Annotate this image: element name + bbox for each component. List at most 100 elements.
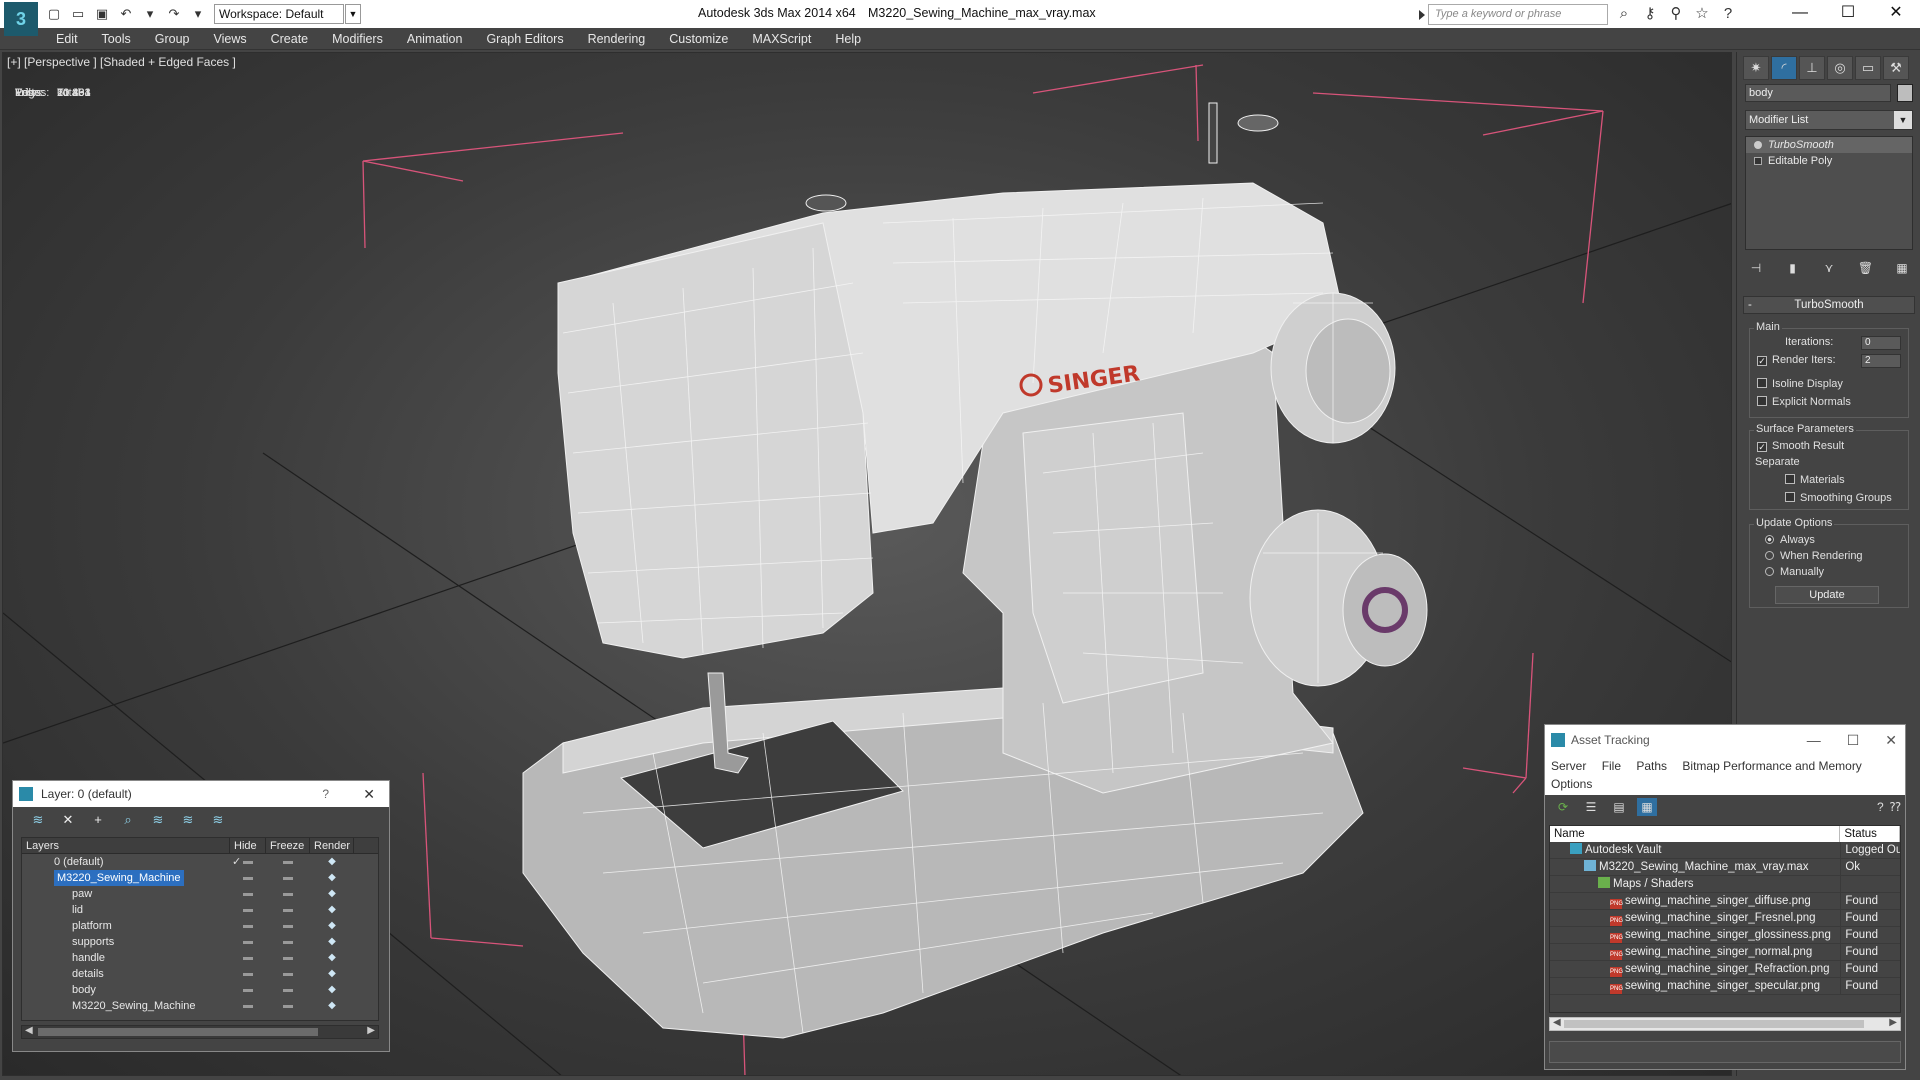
grid-view-icon[interactable]: ▦ <box>1637 798 1657 816</box>
smooth-result-row[interactable]: ✓ Smooth Result <box>1757 440 1844 452</box>
menu-edit[interactable]: Edit <box>48 28 86 50</box>
redo-dropdown-icon[interactable]: ▾ <box>188 4 208 24</box>
layer-row[interactable]: platform ▬ ▬ ◆ <box>22 918 378 934</box>
scroll-left-icon[interactable]: ◀ <box>1553 1017 1561 1028</box>
modifier-stack[interactable]: TurboSmooth Editable Poly <box>1745 136 1913 250</box>
smoothing-groups-checkbox[interactable] <box>1785 492 1795 502</box>
freeze-toggle[interactable]: ▬ <box>266 902 310 918</box>
delete-layer-icon[interactable]: ✕ <box>57 810 79 830</box>
layer-row[interactable]: M3220_Sewing_Machine ▬ ▬ ◆ <box>22 998 378 1014</box>
render-toggle[interactable]: ◆ <box>310 966 354 982</box>
hide-all-layers-icon[interactable]: ≋ <box>177 810 199 830</box>
asset-row[interactable]: PNG sewing_machine_singer_diffuse.png Foun… <box>1550 893 1900 910</box>
favorites-star-icon[interactable]: ☆ <box>1692 4 1712 24</box>
scroll-right-icon[interactable]: ▶ <box>367 1025 375 1036</box>
freeze-toggle[interactable]: ▬ <box>266 886 310 902</box>
menu-group[interactable]: Group <box>147 28 198 50</box>
render-toggle[interactable]: ◆ <box>310 870 354 886</box>
hide-toggle[interactable]: ▬ <box>230 998 266 1014</box>
materials-checkbox[interactable] <box>1785 474 1795 484</box>
render-toggle[interactable]: ◆ <box>310 902 354 918</box>
layer-row[interactable]: details ▬ ▬ ◆ <box>22 966 378 982</box>
render-iters-checkbox[interactable]: ✓ <box>1757 356 1767 366</box>
help-icon[interactable]: ? <box>1718 4 1738 24</box>
menu-bitmap-performance[interactable]: Bitmap Performance and Memory <box>1682 759 1861 773</box>
column-header-hide[interactable]: Hide <box>230 838 266 853</box>
freeze-toggle[interactable]: ▬ <box>266 870 310 886</box>
create-layer-icon[interactable]: ≋ <box>27 810 49 830</box>
new-file-icon[interactable]: ▢ <box>44 4 64 24</box>
hide-toggle[interactable]: ▬ <box>230 966 266 982</box>
menu-file[interactable]: File <box>1602 759 1621 773</box>
show-end-result-icon[interactable]: ▮ <box>1782 258 1804 278</box>
explicit-normals-checkbox[interactable] <box>1757 396 1767 406</box>
smooth-result-checkbox[interactable]: ✓ <box>1757 442 1767 452</box>
remove-modifier-icon[interactable]: 🗑 <box>1855 258 1877 278</box>
explicit-normals-row[interactable]: Explicit Normals <box>1757 396 1851 408</box>
render-toggle[interactable]: ◆ <box>310 982 354 998</box>
utilities-tab-icon[interactable]: ⚒ <box>1883 56 1909 80</box>
column-header-layers[interactable]: Layers <box>22 838 230 853</box>
scroll-right-icon[interactable]: ▶ <box>1889 1017 1897 1028</box>
column-header-name[interactable]: Name <box>1550 826 1841 842</box>
layer-row[interactable]: M3220_Sewing_Machine ▬ ▬ ◆ <box>22 870 378 886</box>
close-icon[interactable]: ✕ <box>363 781 375 807</box>
object-color-swatch[interactable] <box>1897 84 1913 102</box>
workspace-dropdown[interactable]: Workspace: Default ▼ <box>214 4 361 24</box>
highlight-layer-icon[interactable]: ≋ <box>147 810 169 830</box>
column-header-status[interactable]: Status <box>1840 826 1900 842</box>
menu-options[interactable]: Options <box>1551 777 1592 791</box>
create-tab-icon[interactable]: ✷ <box>1743 56 1769 80</box>
save-icon[interactable]: ▣ <box>92 4 112 24</box>
render-iters-row[interactable]: ✓ Render Iters: <box>1757 354 1836 366</box>
freeze-toggle[interactable]: ▬ <box>266 998 310 1014</box>
search-input[interactable]: Type a keyword or phrase <box>1419 4 1608 25</box>
iterations-spinner[interactable]: 0 <box>1861 336 1901 350</box>
freeze-toggle[interactable]: ▬ <box>266 966 310 982</box>
manually-radio[interactable] <box>1765 567 1774 576</box>
hide-toggle[interactable]: ▬ <box>230 982 266 998</box>
layer-horizontal-scrollbar[interactable]: ◀ ▶ <box>21 1025 379 1039</box>
render-toggle[interactable]: ◆ <box>310 934 354 950</box>
select-objects-icon[interactable]: ⌕ <box>117 810 139 830</box>
when-rendering-radio-row[interactable]: When Rendering <box>1765 550 1863 562</box>
hide-toggle[interactable]: ▬ <box>230 870 266 886</box>
asset-horizontal-scrollbar[interactable]: ◀ ▶ <box>1549 1017 1901 1031</box>
help-icon[interactable]: ? <box>322 781 329 807</box>
chevron-down-icon[interactable]: ▼ <box>345 4 361 24</box>
modify-tab-icon[interactable]: ◜ <box>1771 56 1797 80</box>
scroll-thumb[interactable] <box>1564 1020 1864 1028</box>
asset-dialog-title-bar[interactable]: Asset Tracking — ☐ ✕ <box>1545 725 1905 755</box>
undo-dropdown-icon[interactable]: ▾ <box>140 4 160 24</box>
menu-help[interactable]: Help <box>827 28 869 50</box>
list-view-icon[interactable]: ☰ <box>1581 798 1601 816</box>
menu-server[interactable]: Server <box>1551 759 1586 773</box>
update-button[interactable]: Update <box>1775 586 1879 604</box>
minimize-icon[interactable]: — <box>1807 725 1821 755</box>
layer-row[interactable]: handle ▬ ▬ ◆ <box>22 950 378 966</box>
asset-row[interactable]: Maps / Shaders <box>1550 876 1900 893</box>
menu-customize[interactable]: Customize <box>661 28 736 50</box>
modifier-list-dropdown[interactable]: Modifier List ▼ <box>1745 110 1913 130</box>
freeze-toggle[interactable]: ▬ <box>266 950 310 966</box>
render-toggle[interactable]: ◆ <box>310 854 354 870</box>
undo-icon[interactable]: ↶ <box>116 4 136 24</box>
pin-stack-icon[interactable]: ⊣ <box>1745 258 1767 278</box>
hide-toggle[interactable]: ▬ <box>230 918 266 934</box>
configure-sets-icon[interactable]: ▦ <box>1891 258 1913 278</box>
smoothing-groups-row[interactable]: Smoothing Groups <box>1785 492 1892 504</box>
asset-row[interactable]: PNG sewing_machine_singer_Fresnel.png Foun… <box>1550 910 1900 927</box>
expand-icon[interactable] <box>1754 157 1762 165</box>
layer-row[interactable]: supports ▬ ▬ ◆ <box>22 934 378 950</box>
freeze-all-layers-icon[interactable]: ≋ <box>207 810 229 830</box>
minimize-icon[interactable]: — <box>1776 0 1824 28</box>
column-header-render[interactable]: Render <box>310 838 354 853</box>
maximize-icon[interactable]: ☐ <box>1847 725 1860 755</box>
menu-modifiers[interactable]: Modifiers <box>324 28 391 50</box>
motion-tab-icon[interactable]: ◎ <box>1827 56 1853 80</box>
scroll-thumb[interactable] <box>38 1028 318 1036</box>
when-rendering-radio[interactable] <box>1765 551 1774 560</box>
hide-toggle[interactable]: ▬ <box>230 934 266 950</box>
freeze-toggle[interactable]: ▬ <box>266 918 310 934</box>
chevron-down-icon[interactable]: ▼ <box>1894 111 1912 129</box>
